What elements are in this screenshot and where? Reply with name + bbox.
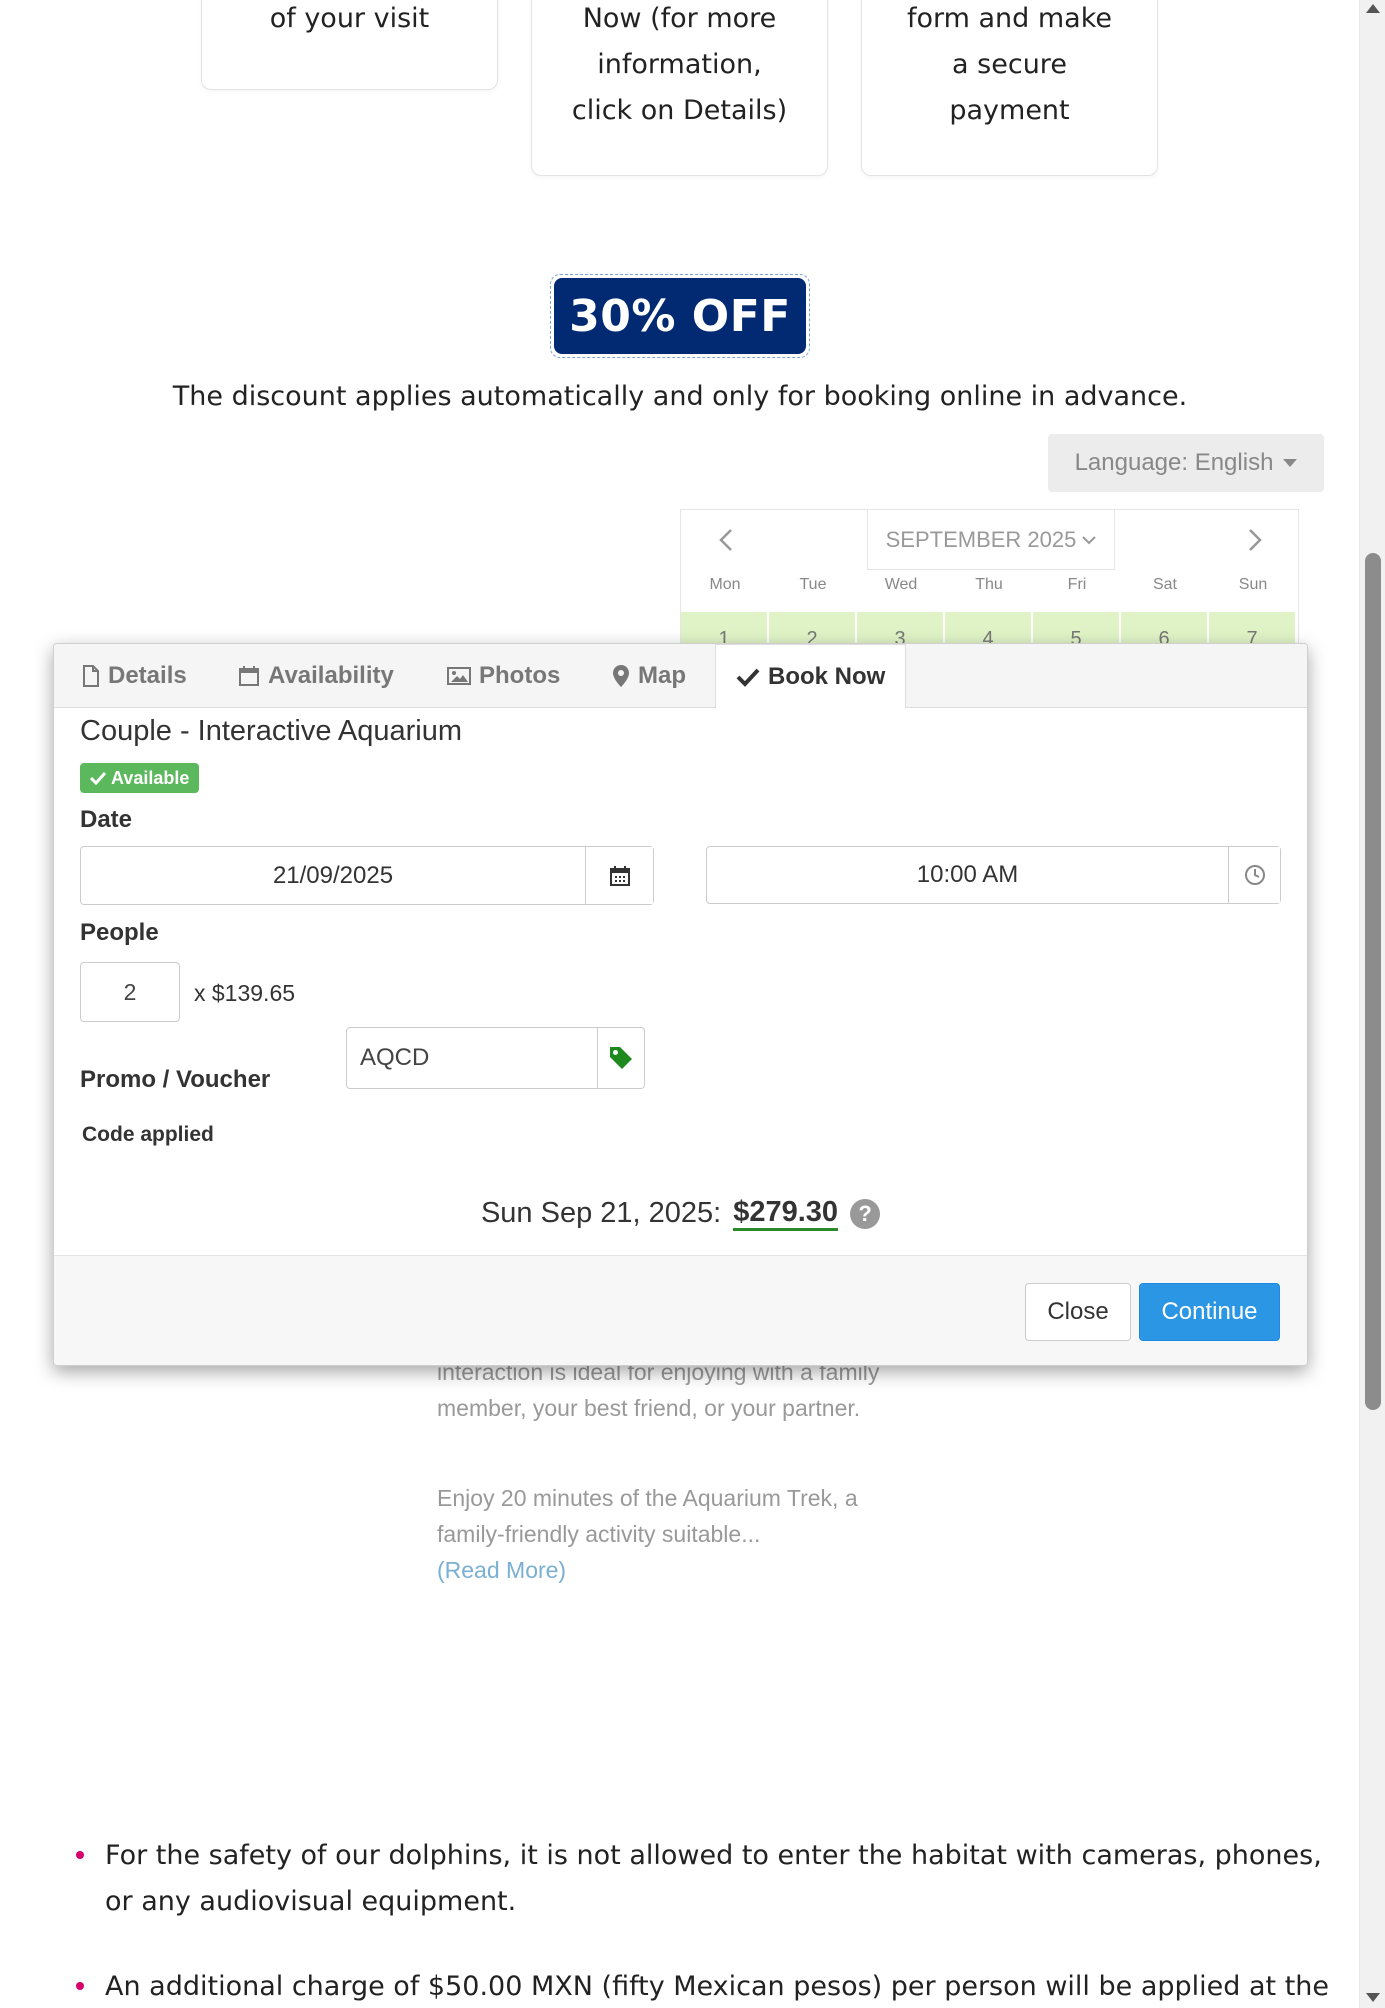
date-field[interactable]: 21/09/2025 [81, 847, 585, 904]
step-text: Now (for more information, click on Deta… [571, 3, 788, 126]
weekday-label: Mon [709, 576, 741, 593]
chevron-right-icon [1249, 529, 1262, 551]
tag-icon [610, 1047, 632, 1069]
product-description-more: Enjoy 20 minutes of the Aquarium Trek, a… [437, 1480, 907, 1588]
chevron-down-icon [1082, 535, 1097, 544]
promo-code-input[interactable]: AQCD [347, 1028, 597, 1088]
list-item: An additional charge of $50.00 MXN (fift… [76, 1964, 1336, 2008]
clock-icon [1244, 865, 1265, 885]
note-text: An additional charge of $50.00 MXN (fift… [105, 1971, 1330, 2002]
tab-map[interactable]: Map [612, 644, 686, 708]
description-excerpt: Enjoy 20 minutes of the Aquarium Trek, a… [437, 1485, 858, 1547]
promo-input-group: AQCD [346, 1027, 645, 1089]
scroll-thumb[interactable] [1365, 553, 1381, 1410]
product-title: Couple - Interactive Aquarium [80, 715, 463, 747]
calendar-month-select[interactable]: SEPTEMBER 2025 [867, 510, 1115, 570]
weekday-label: Tue [799, 576, 827, 593]
weekday-label: Sat [1152, 576, 1177, 593]
discount-note: The discount applies automatically and o… [172, 381, 1188, 412]
discount-banner: 30% OFF [550, 274, 810, 358]
calendar-next-button[interactable] [1225, 510, 1285, 570]
tab-availability[interactable]: Availability [238, 644, 394, 708]
bullet-dot [76, 1982, 84, 1990]
bullet-dot [76, 1851, 84, 1859]
time-input-group: 10:00 AM [706, 846, 1281, 904]
step-text: form and make a secure payment [906, 3, 1113, 126]
step-card-2: Now (for more information, click on Deta… [531, 0, 828, 176]
booking-date-summary: Sun Sep 21, 2025: [480, 1197, 722, 1229]
list-item: For the safety of our dolphins, it is no… [76, 1833, 1336, 1925]
tab-label: Book Now [768, 662, 886, 690]
discount-banner-label: 30% OFF [554, 278, 806, 354]
modal-tabs: Details Availability Photos Map Book Now [54, 644, 1307, 709]
calendar-icon [609, 865, 630, 886]
price-per-person: x $139.65 [194, 980, 296, 1006]
file-icon [83, 665, 99, 687]
page-scrollbar[interactable] [1359, 0, 1385, 2008]
note-text: For the safety of our dolphins, it is no… [105, 1840, 1322, 1917]
date-picker-button[interactable] [585, 847, 653, 904]
availability-badge-label: Available [111, 767, 190, 788]
weekday-label: Fri [1067, 576, 1087, 593]
date-input-group: 21/09/2025 [80, 846, 654, 905]
availability-calendar: SEPTEMBER 2025 Mon Tue Wed Thu Fri Sat S… [680, 509, 1299, 652]
date-label: Date [80, 806, 133, 833]
modal-footer: Close Continue [54, 1255, 1307, 1365]
tab-details[interactable]: Details [82, 644, 187, 708]
tab-photos[interactable]: Photos [447, 644, 560, 708]
weekday-label: Wed [884, 576, 918, 593]
read-more-link[interactable]: (Read More) [437, 1557, 566, 1583]
booking-total: Sun Sep 21, 2025: $279.30 ? [54, 1196, 1307, 1231]
step-card-3: form and make a secure payment [861, 0, 1158, 176]
weekday-label: Sun [1238, 576, 1268, 593]
check-icon [736, 668, 760, 687]
chevron-left-icon [719, 529, 732, 551]
caret-down-icon [1283, 459, 1298, 467]
calendar-prev-button[interactable] [696, 510, 756, 570]
language-dropdown[interactable]: Language: English [1048, 434, 1324, 492]
people-label: People [80, 919, 159, 946]
total-price: $279.30 [733, 1196, 839, 1231]
availability-badge: Available [80, 763, 200, 793]
calendar-month-label: SEPTEMBER 2025 [885, 526, 1077, 552]
step-card-1: of your visit [201, 0, 498, 90]
scroll-up-arrow-icon[interactable] [1366, 4, 1380, 13]
promo-status: Code applied [82, 1123, 214, 1146]
step-text: of your visit [269, 3, 430, 34]
question-circle-icon[interactable]: ? [850, 1198, 881, 1229]
booking-notes-list: For the safety of our dolphins, it is no… [76, 1833, 1336, 2008]
scroll-down-arrow-icon[interactable] [1366, 1993, 1380, 2002]
apply-promo-button[interactable] [597, 1028, 644, 1088]
language-label: Language: English [1074, 449, 1274, 476]
calendar-icon [239, 666, 259, 686]
promo-label: Promo / Voucher [80, 1066, 271, 1093]
time-picker-button[interactable] [1228, 847, 1280, 903]
continue-button[interactable]: Continue [1139, 1283, 1280, 1341]
weekday-label: Thu [975, 576, 1003, 593]
booking-modal: Details Availability Photos Map Book Now… [53, 643, 1308, 1366]
map-marker-icon [613, 665, 629, 687]
time-field[interactable]: 10:00 AM [707, 847, 1228, 903]
tab-label: Photos [479, 662, 561, 689]
check-icon [90, 771, 106, 785]
tab-label: Availability [268, 662, 394, 689]
tab-label: Map [638, 662, 686, 689]
people-quantity-input[interactable]: 2 [80, 962, 180, 1022]
close-button[interactable]: Close [1025, 1283, 1131, 1341]
tab-label: Details [108, 662, 187, 689]
tab-book-now[interactable]: Book Now [715, 644, 907, 709]
image-icon [447, 667, 471, 685]
